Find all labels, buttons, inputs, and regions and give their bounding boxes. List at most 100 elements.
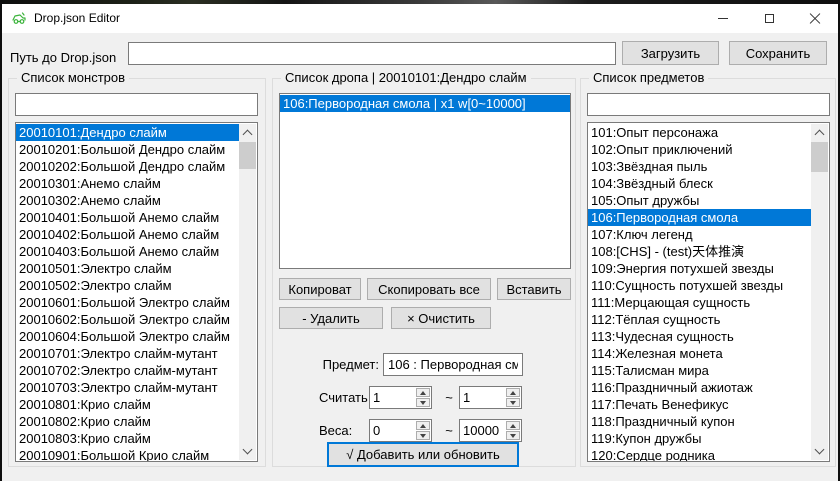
list-item[interactable]: 105:Опыт дружбы bbox=[588, 192, 812, 209]
close-button[interactable] bbox=[792, 4, 838, 33]
count-max-up-button[interactable] bbox=[506, 388, 520, 397]
list-item[interactable]: 115:Талисман мира bbox=[588, 362, 812, 379]
list-item[interactable]: 20010701:Электро слайм-мутант bbox=[16, 345, 240, 362]
list-item[interactable]: 20010201:Большой Дендро слайм bbox=[16, 141, 240, 158]
list-item[interactable]: 20010703:Электро слайм-мутант bbox=[16, 379, 240, 396]
list-item[interactable]: 20010601:Большой Электро слайм bbox=[16, 294, 240, 311]
clear-button[interactable]: × Очистить bbox=[391, 307, 491, 329]
item-label: Предмет: bbox=[273, 353, 379, 376]
list-item[interactable]: 20010401:Большой Анемо слайм bbox=[16, 209, 240, 226]
list-item[interactable]: 102:Опыт приключений bbox=[588, 141, 812, 158]
spin-down-icon bbox=[420, 401, 426, 405]
weight-min-input[interactable] bbox=[370, 420, 422, 441]
list-item[interactable]: 106:Первородная смола bbox=[588, 209, 812, 226]
list-item[interactable]: 112:Тёплая сущность bbox=[588, 311, 812, 328]
paste-button[interactable]: Вставить bbox=[497, 278, 571, 300]
titlebar[interactable]: Drop.json Editor bbox=[2, 4, 838, 33]
list-item[interactable]: 106:Первородная смола | x1 w[0~10000] bbox=[280, 95, 570, 112]
delete-button[interactable]: - Удалить bbox=[279, 307, 383, 329]
list-item[interactable]: 20010301:Анемо слайм bbox=[16, 175, 240, 192]
items-listbox: 101:Опыт персонажа102:Опыт приключений10… bbox=[587, 122, 830, 462]
list-item[interactable]: 118:Праздничный купон bbox=[588, 413, 812, 430]
list-item[interactable]: 111:Мерцающая сущность bbox=[588, 294, 812, 311]
add-or-update-button[interactable]: √ Добавить или обновить bbox=[327, 442, 519, 467]
list-item[interactable]: 20010602:Большой Электро слайм bbox=[16, 311, 240, 328]
scroll-up-button[interactable] bbox=[239, 124, 256, 141]
count-range-tilde: ~ bbox=[441, 386, 457, 409]
minimize-button[interactable] bbox=[700, 4, 746, 33]
weight-label: Веса: bbox=[319, 419, 352, 442]
list-item[interactable]: 109:Энергия потухшей звезды bbox=[588, 260, 812, 277]
list-item[interactable]: 20010803:Крио слайм bbox=[16, 430, 240, 447]
monsters-scrollbar[interactable] bbox=[239, 124, 256, 460]
chevron-down-icon bbox=[815, 445, 825, 455]
list-item[interactable]: 20010801:Крио слайм bbox=[16, 396, 240, 413]
chevron-up-icon bbox=[243, 130, 253, 140]
count-max-down-button[interactable] bbox=[506, 398, 520, 407]
list-item[interactable]: 110:Сущность потухшей звезды bbox=[588, 277, 812, 294]
weight-max-stepper[interactable] bbox=[459, 419, 522, 442]
list-item[interactable]: 119:Купон дружбы bbox=[588, 430, 812, 447]
scroll-thumb[interactable] bbox=[239, 142, 256, 169]
path-input[interactable] bbox=[128, 42, 616, 65]
window-title: Drop.json Editor bbox=[34, 4, 120, 33]
monsters-group-title: Список монстров bbox=[17, 70, 129, 85]
copy-all-button[interactable]: Скопировать все bbox=[367, 278, 491, 300]
scroll-down-button[interactable] bbox=[811, 443, 828, 460]
path-label: Путь до Drop.json bbox=[10, 46, 116, 69]
chevron-down-icon bbox=[243, 445, 253, 455]
list-item[interactable]: 20010302:Анемо слайм bbox=[16, 192, 240, 209]
count-min-stepper[interactable] bbox=[369, 386, 432, 409]
maximize-button[interactable] bbox=[746, 4, 792, 33]
count-max-input[interactable] bbox=[460, 387, 512, 408]
item-input[interactable] bbox=[383, 353, 523, 376]
list-item[interactable]: 20010502:Электро слайм bbox=[16, 277, 240, 294]
monsters-list: 20010101:Дендро слайм20010201:Большой Де… bbox=[16, 124, 240, 461]
monsters-filter-input[interactable] bbox=[15, 93, 258, 116]
count-max-stepper[interactable] bbox=[459, 386, 522, 409]
save-button[interactable]: Сохранить bbox=[729, 41, 827, 65]
drops-group-title: Список дропа | 20010101:Дендро слайм bbox=[281, 70, 531, 85]
items-group-title: Список предметов bbox=[589, 70, 708, 85]
count-min-up-button[interactable] bbox=[416, 388, 430, 397]
list-item[interactable]: 103:Звёздная пыль bbox=[588, 158, 812, 175]
chevron-up-icon bbox=[815, 130, 825, 140]
weight-min-up-button[interactable] bbox=[416, 421, 430, 430]
spin-up-icon bbox=[420, 424, 426, 428]
weight-max-down-button[interactable] bbox=[506, 431, 520, 440]
load-button[interactable]: Загрузить bbox=[622, 41, 719, 65]
list-item[interactable]: 114:Железная монета bbox=[588, 345, 812, 362]
scroll-thumb[interactable] bbox=[811, 142, 828, 172]
list-item[interactable]: 108:[CHS] - (test)天体推演 bbox=[588, 243, 812, 260]
minimize-icon bbox=[718, 18, 728, 19]
list-item[interactable]: 120:Сердце родника bbox=[588, 447, 812, 462]
list-item[interactable]: 113:Чудесная сущность bbox=[588, 328, 812, 345]
list-item[interactable]: 20010802:Крио слайм bbox=[16, 413, 240, 430]
items-scrollbar[interactable] bbox=[811, 124, 828, 460]
list-item[interactable]: 20010702:Электро слайм-мутант bbox=[16, 362, 240, 379]
scroll-up-button[interactable] bbox=[811, 124, 828, 141]
list-item[interactable]: 20010202:Большой Дендро слайм bbox=[16, 158, 240, 175]
list-item[interactable]: 20010101:Дендро слайм bbox=[16, 124, 240, 141]
list-item[interactable]: 117:Печать Венефикус bbox=[588, 396, 812, 413]
weight-max-input[interactable] bbox=[460, 420, 512, 441]
list-item[interactable]: 101:Опыт персонажа bbox=[588, 124, 812, 141]
items-filter-input[interactable] bbox=[587, 93, 830, 116]
weight-min-down-button[interactable] bbox=[416, 431, 430, 440]
weight-max-up-button[interactable] bbox=[506, 421, 520, 430]
items-list: 101:Опыт персонажа102:Опыт приключений10… bbox=[588, 124, 812, 461]
count-min-down-button[interactable] bbox=[416, 398, 430, 407]
list-item[interactable]: 107:Ключ легенд bbox=[588, 226, 812, 243]
list-item[interactable]: 20010402:Большой Анемо слайм bbox=[16, 226, 240, 243]
copy-button[interactable]: Копироват bbox=[279, 278, 361, 300]
list-item[interactable]: 20010501:Электро слайм bbox=[16, 260, 240, 277]
count-min-input[interactable] bbox=[370, 387, 422, 408]
list-item[interactable]: 20010901:Большой Крио слайм bbox=[16, 447, 240, 462]
list-item[interactable]: 104:Звёздный блеск bbox=[588, 175, 812, 192]
list-item[interactable]: 116:Праздничный ажиотаж bbox=[588, 379, 812, 396]
list-item[interactable]: 20010604:Большой Электро слайм bbox=[16, 328, 240, 345]
weight-min-stepper[interactable] bbox=[369, 419, 432, 442]
list-item[interactable]: 20010403:Большой Анемо слайм bbox=[16, 243, 240, 260]
scroll-down-button[interactable] bbox=[239, 443, 256, 460]
weight-range-tilde: ~ bbox=[441, 419, 457, 442]
